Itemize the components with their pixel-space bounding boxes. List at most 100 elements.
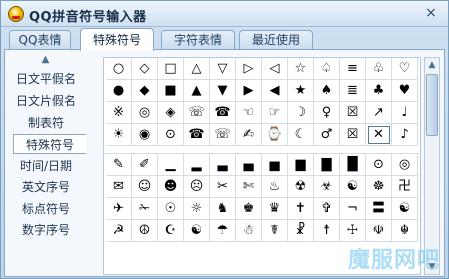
symbol-cell[interactable]: ☉ (158, 198, 184, 220)
symbol-cell[interactable]: ♧ (366, 58, 392, 80)
symbol-cell[interactable]: ☪ (158, 220, 184, 242)
symbol-cell[interactable]: ♀ (314, 102, 340, 124)
symbol-cell[interactable]: ☏ (210, 124, 236, 146)
symbol-cell[interactable]: ♩ (392, 102, 418, 124)
symbol-cell[interactable]: ☎ (184, 124, 210, 146)
scroll-up-arrow-icon[interactable]: ▲ (425, 58, 439, 72)
symbol-cell[interactable]: ✁ (132, 198, 158, 220)
symbol-cell[interactable]: ♪ (392, 124, 418, 146)
symbol-cell[interactable]: ✎ (106, 154, 132, 176)
symbol-cell[interactable]: ☼ (184, 198, 210, 220)
symbol-cell[interactable]: ✉ (106, 176, 132, 198)
symbol-cell[interactable]: ■ (158, 80, 184, 102)
symbol-cell[interactable]: ≣ (340, 80, 366, 102)
tab-special-symbols[interactable]: 特殊符号 (80, 28, 154, 51)
tab-recently-used[interactable]: 最近使用 (239, 30, 313, 50)
symbol-cell[interactable]: ▆ (288, 154, 314, 176)
symbol-cell[interactable]: ▂ (184, 154, 210, 176)
symbol-cell[interactable]: ☎ (210, 102, 236, 124)
tab-qq-emoji[interactable]: QQ表情 (9, 30, 71, 50)
symbol-cell[interactable]: ▶ (236, 80, 262, 102)
title-bar[interactable]: QQ拼音符号输入器 × (1, 1, 448, 27)
symbol-cell[interactable]: ▽ (210, 58, 236, 80)
category-time-date[interactable]: 时间/日期 (11, 156, 81, 176)
symbol-cell[interactable]: ● (106, 80, 132, 102)
symbol-cell[interactable]: █ (340, 154, 366, 176)
symbol-cell[interactable]: ♤ (314, 58, 340, 80)
symbol-cell[interactable]: ☯ (340, 176, 366, 198)
symbol-cell[interactable]: ✍ (236, 124, 262, 146)
symbol-cell[interactable]: ☻ (158, 176, 184, 198)
symbol-cell[interactable]: ▄ (236, 154, 262, 176)
symbol-cell[interactable]: ☏ (184, 102, 210, 124)
symbol-cell[interactable]: ▷ (236, 58, 262, 80)
symbol-cell[interactable]: ◈ (158, 102, 184, 124)
symbol-cell[interactable]: 〓 (366, 198, 392, 220)
category-punctuation[interactable]: 标点符号 (11, 199, 81, 219)
category-box-drawing[interactable]: 制表符 (11, 113, 81, 133)
symbol-cell[interactable]: ▇ (314, 154, 340, 176)
symbol-cell[interactable]: ★ (288, 80, 314, 102)
symbol-cell[interactable]: ☬ (392, 220, 418, 242)
symbol-cell[interactable]: ◇ (132, 58, 158, 80)
symbol-cell[interactable]: ☀ (106, 124, 132, 146)
symbol-cell[interactable]: △ (184, 58, 210, 80)
symbol-cell[interactable]: ✝ (288, 198, 314, 220)
symbol-cell[interactable]: ✈ (106, 198, 132, 220)
symbol-cell[interactable]: ♚ (236, 198, 262, 220)
symbol-cell[interactable]: ☒ (340, 124, 366, 146)
symbol-cell[interactable]: ▼ (210, 80, 236, 102)
category-english-ordinals[interactable]: 英文序号 (11, 177, 81, 197)
symbol-cell[interactable]: ¬ (340, 198, 366, 220)
symbol-cell[interactable]: ♥ (392, 80, 418, 102)
symbol-cell[interactable]: ≡ (340, 58, 366, 80)
symbol-cell[interactable]: 卍 (392, 176, 418, 198)
symbol-cell[interactable]: ♛ (262, 198, 288, 220)
symbol-cell[interactable]: ✞ (314, 198, 340, 220)
symbol-scrollbar[interactable]: ▲ ▼ (424, 57, 440, 275)
symbol-cell[interactable]: ☤ (262, 220, 288, 242)
tab-character-emoticons[interactable]: 字符表情 (161, 30, 235, 50)
symbol-cell[interactable]: ☞ (262, 102, 288, 124)
symbol-cell[interactable]: ♡ (392, 58, 418, 80)
symbol-cell[interactable]: ⊙ (158, 124, 184, 146)
symbol-cell[interactable]: ◀ (262, 80, 288, 102)
symbol-cell[interactable]: ▲ (184, 80, 210, 102)
category-number-ordinals[interactable]: 数字序号 (11, 220, 81, 240)
symbol-cell[interactable]: ☂ (210, 220, 236, 242)
symbol-cell[interactable]: □ (158, 58, 184, 80)
symbol-cell[interactable]: ♠ (314, 80, 340, 102)
symbol-cell[interactable]: ☾ (288, 124, 314, 146)
symbol-cell[interactable]: ◁ (262, 58, 288, 80)
symbol-cell[interactable]: ☯ (184, 220, 210, 242)
symbol-cell[interactable]: ▃ (210, 154, 236, 176)
symbol-cell[interactable]: ☒ (340, 102, 366, 124)
symbol-cell[interactable]: ♂ (314, 124, 340, 146)
symbol-cell[interactable]: ☸ (366, 176, 392, 198)
close-button[interactable]: × (422, 5, 440, 22)
symbol-cell[interactable]: ♨ (262, 176, 288, 198)
symbol-cell[interactable]: ☃ (236, 220, 262, 242)
category-hiragana[interactable]: 日文平假名 (11, 69, 81, 89)
symbol-cell[interactable]: ◉ (132, 124, 158, 146)
category-special-symbols[interactable]: 特殊符号 (13, 134, 86, 154)
symbol-cell[interactable]: ☭ (106, 220, 132, 242)
symbol-cell[interactable]: ♣ (366, 80, 392, 102)
symbol-cell[interactable]: ☢ (288, 176, 314, 198)
symbol-cell[interactable]: ☣ (314, 176, 340, 198)
symbol-cell[interactable]: ☆ (288, 58, 314, 80)
symbol-cell[interactable]: ⌚ (262, 124, 288, 146)
symbol-cell[interactable]: ◎ (132, 102, 158, 124)
symbol-cell[interactable]: ✕ (366, 124, 392, 146)
symbol-cell[interactable]: ↗ (366, 102, 392, 124)
symbol-cell[interactable]: ✐ (132, 154, 158, 176)
symbol-cell[interactable]: ✄ (236, 176, 262, 198)
symbol-cell[interactable]: ☩ (340, 220, 366, 242)
symbol-cell[interactable]: ⊙ (366, 154, 392, 176)
scroll-down-arrow-icon[interactable]: ▼ (425, 260, 439, 274)
symbol-cell[interactable]: ☽ (288, 102, 314, 124)
symbol-cell[interactable]: ☜ (236, 102, 262, 124)
symbol-cell[interactable]: ♞ (210, 198, 236, 220)
scroll-thumb[interactable] (426, 74, 438, 136)
symbol-cell[interactable]: ◎ (392, 154, 418, 176)
